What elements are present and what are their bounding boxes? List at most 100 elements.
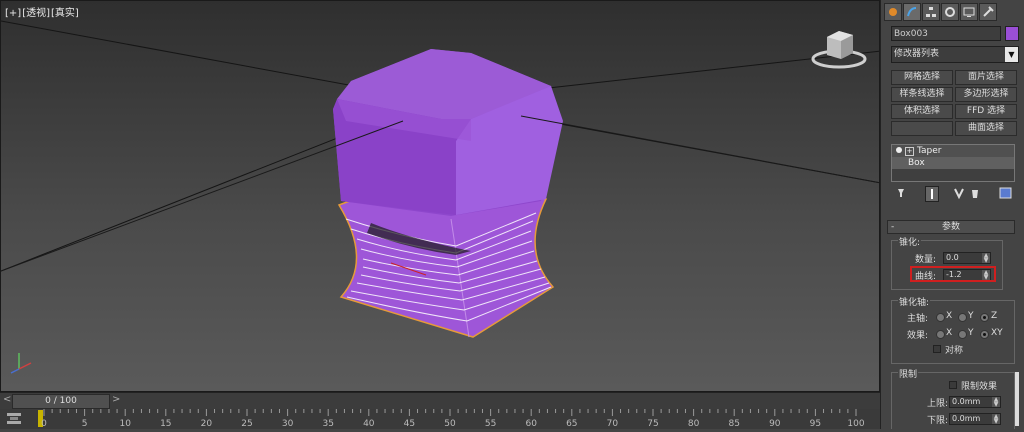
effect-xy-label: XY — [991, 328, 1003, 338]
limit-effect-checkbox[interactable] — [949, 381, 957, 389]
object-name-field[interactable]: Box003 — [891, 26, 1001, 41]
amount-spinner[interactable]: 0.0 ▲ ▼ — [943, 252, 991, 264]
lower-limit-label: 下限: — [927, 416, 949, 426]
scene-3d — [1, 20, 879, 338]
viewport-menu-view[interactable]: [透视] — [22, 8, 50, 19]
lower-limit-spinner[interactable]: 0.0mm ▲ ▼ — [949, 413, 1001, 425]
limits-title: 限制 — [898, 367, 919, 380]
amount-label: 数量: — [915, 255, 937, 265]
track-tick-label: 15 — [160, 419, 171, 429]
time-slider-thumb[interactable]: 0 / 100 — [12, 394, 110, 409]
panel-scrollbar[interactable] — [1015, 372, 1019, 426]
viewport-label[interactable]: [+][透视][真实] — [5, 4, 80, 19]
track-tick-label: 20 — [201, 419, 213, 429]
spinner-arrows-icon[interactable]: ▲ ▼ — [992, 414, 1000, 425]
stack-item-taper-label: Taper — [917, 146, 942, 156]
viewcube-icon[interactable] — [809, 25, 869, 75]
track-tick-label: 100 — [847, 419, 864, 429]
track-tick-label: 90 — [769, 419, 781, 429]
track-bar[interactable]: 0 5 10 15 20 25 30 35 40 45 50 55 60 65 70 75 80 85 90 95 10… — [0, 409, 880, 429]
upper-limit-label: 上限: — [927, 399, 949, 409]
object-color-swatch[interactable] — [1005, 26, 1019, 41]
primary-z-radio[interactable] — [980, 313, 989, 322]
track-tick-label: 40 — [363, 419, 375, 429]
track-tick-label: 95 — [810, 419, 821, 429]
vol-select-button[interactable]: 体积选择 — [891, 104, 953, 119]
effect-x-radio[interactable] — [936, 330, 945, 339]
effect-axis-label: 效果: — [907, 331, 929, 341]
surface-select-button[interactable]: 曲面选择 — [955, 121, 1017, 136]
spinner-arrows-icon[interactable]: ▲ ▼ — [992, 397, 1000, 408]
stack-item-taper[interactable]: + Taper — [892, 145, 1014, 157]
symmetry-checkbox[interactable] — [933, 345, 941, 353]
rollout-title: 参数 — [941, 222, 960, 232]
curve-highlight-box — [910, 266, 996, 282]
show-end-result-icon[interactable] — [925, 186, 939, 202]
time-slider[interactable]: < 0 / 100 > — [0, 392, 880, 409]
effect-x-label: X — [946, 328, 953, 338]
track-tick-label: 10 — [119, 419, 131, 429]
chevron-down-icon[interactable]: ▼ — [1005, 47, 1018, 62]
taper-group: 锥化: — [891, 235, 1003, 290]
track-bar-icon[interactable] — [6, 411, 22, 425]
utilities-tab-icon[interactable] — [979, 3, 997, 21]
track-tick-label: 50 — [444, 419, 456, 429]
track-tick-label: 45 — [404, 419, 415, 429]
track-tick-label: 85 — [728, 419, 739, 429]
parameters-rollout-header[interactable]: - 参数 — [887, 220, 1015, 234]
primary-x-radio[interactable] — [936, 313, 945, 322]
axis-tripod-icon — [10, 353, 32, 374]
command-panel: Box003 修改器列表 ▼ 网格选择 面片选择 样条线选择 多边形选择 体积选… — [880, 0, 1024, 429]
expand-icon[interactable]: + — [905, 147, 914, 156]
primary-axis-label: 主轴: — [907, 314, 929, 324]
viewport-menu-plus[interactable]: [+] — [5, 8, 21, 19]
patch-select-button[interactable]: 面片选择 — [955, 70, 1017, 85]
modifier-list-dropdown[interactable]: 修改器列表 ▼ — [891, 46, 1019, 63]
upper-limit-spinner[interactable]: 0.0mm ▲ ▼ — [949, 396, 1001, 408]
track-tick-label: 55 — [485, 419, 496, 429]
symmetry-label: 对称 — [945, 346, 964, 356]
effect-xy-radio[interactable] — [980, 330, 989, 339]
make-unique-icon[interactable] — [953, 186, 967, 200]
chamfered-box — [333, 49, 563, 216]
configure-sets-icon[interactable] — [999, 186, 1013, 200]
primary-y-radio[interactable] — [958, 313, 967, 322]
modify-tab-icon[interactable] — [903, 3, 921, 21]
mesh-select-button[interactable]: 网格选择 — [891, 70, 953, 85]
track-tick-label: 35 — [322, 419, 333, 429]
spline-select-button[interactable]: 样条线选择 — [891, 87, 953, 102]
stack-toolbar — [891, 186, 1015, 202]
stack-item-box[interactable]: Box — [892, 157, 1014, 169]
create-tab-icon[interactable] — [884, 3, 902, 21]
hierarchy-tab-icon[interactable] — [922, 3, 940, 21]
limit-effect-label: 限制效果 — [961, 382, 998, 392]
track-tick-label: 0 — [41, 419, 47, 429]
viewport-menu-shading[interactable]: [真实] — [51, 8, 79, 19]
lightbulb-icon[interactable] — [896, 147, 902, 153]
motion-tab-icon[interactable] — [941, 3, 959, 21]
spinner-arrows-icon[interactable]: ▲ ▼ — [982, 253, 990, 264]
track-tick-label: 80 — [688, 419, 700, 429]
perspective-viewport[interactable]: [+][透视][真实] — [0, 0, 880, 392]
track-tick-label: 5 — [82, 419, 88, 429]
pin-stack-icon[interactable] — [895, 186, 907, 200]
effect-y-radio[interactable] — [958, 330, 967, 339]
primary-y-label: Y — [968, 311, 974, 321]
time-next-button[interactable]: > — [112, 394, 120, 405]
modifier-list-label: 修改器列表 — [894, 49, 940, 59]
time-prev-button[interactable]: < — [3, 394, 11, 405]
collapse-icon[interactable]: - — [891, 221, 894, 233]
remove-modifier-icon[interactable] — [969, 186, 981, 200]
empty-button[interactable] — [891, 121, 953, 136]
command-panel-tabs — [884, 3, 1020, 21]
track-tick-label: 75 — [647, 419, 658, 429]
poly-select-button[interactable]: 多边形选择 — [955, 87, 1017, 102]
display-tab-icon[interactable] — [960, 3, 978, 21]
modifier-stack[interactable]: + Taper Box — [891, 144, 1015, 182]
upper-limit-value: 0.0mm — [952, 397, 981, 406]
primary-x-label: X — [946, 311, 953, 321]
track-tick-label: 25 — [241, 419, 252, 429]
taper-axis-title: 锥化轴: — [898, 295, 931, 308]
taper-group-title: 锥化: — [898, 235, 922, 248]
ffd-select-button[interactable]: FFD 选择 — [955, 104, 1017, 119]
